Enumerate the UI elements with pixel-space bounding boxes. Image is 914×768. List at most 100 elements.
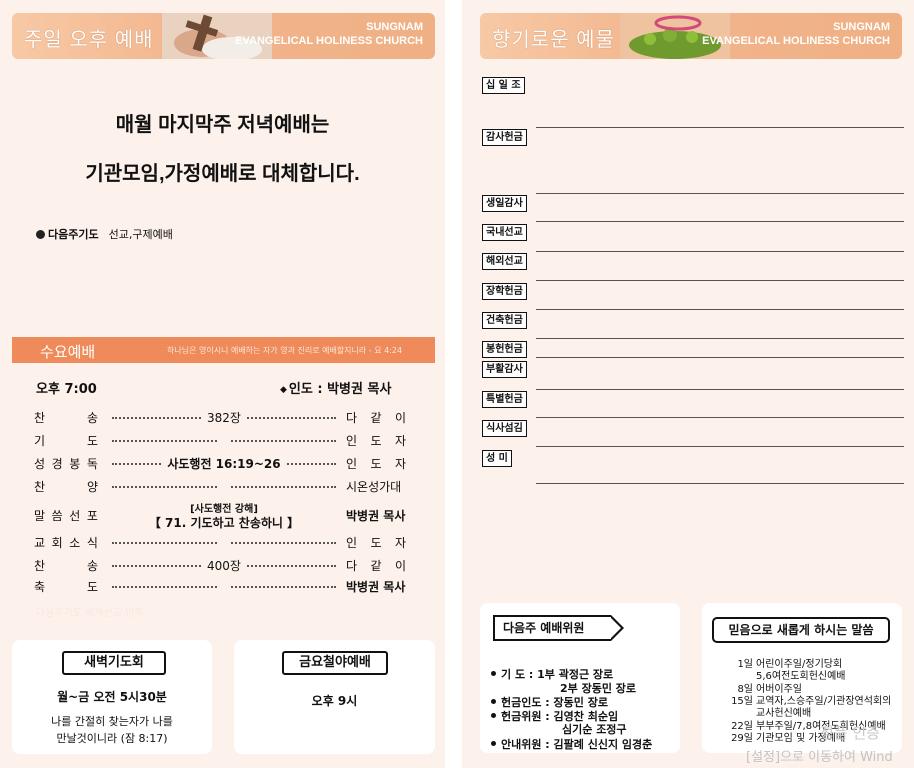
prayer-label: 기 도 : — [501, 668, 538, 681]
order-item-name: 찬송 — [34, 409, 98, 426]
worship-order-row: 기도인도자 — [34, 432, 406, 450]
order-item-detail-text: 사도행전 16:19~26 — [161, 457, 287, 471]
spaced-char: 식 — [86, 536, 98, 550]
offering-header: 향기로운 예물 SUNGNAM EVANGELICAL HOLINESS CHU… — [480, 13, 902, 59]
offering-label: 국내선교 — [482, 224, 527, 241]
spaced-char: 경 — [51, 457, 63, 471]
spaced-char: 도 — [370, 434, 382, 448]
activation-watermark-sub: [설정]으로 이동하여 Wind — [746, 750, 893, 765]
dawn-verse-line1: 나를 간절히 찾는자가 나를 — [51, 715, 173, 728]
order-item-detail-text: 382장 — [201, 411, 247, 425]
sermon-title: 【 71. 기도하고 찬송하니 】 — [148, 516, 300, 530]
offering-write-line — [536, 446, 904, 447]
announcement-line1: 매월 마지막주 저녁예배는 — [115, 114, 330, 136]
offering-write-line — [536, 389, 904, 390]
order-item-person: 다같이 — [346, 409, 406, 426]
spaced-char: 자 — [394, 536, 406, 550]
next-prayer-label: 다음주기도 — [48, 228, 99, 241]
dawn-prayer-title: 새벽기도회 — [62, 651, 166, 675]
spaced-char: 도 — [86, 434, 98, 448]
offering-team-second: 심기순 조정구 — [562, 723, 627, 736]
bullet-icon — [491, 671, 496, 676]
order-item-name: 찬양 — [34, 478, 98, 495]
church-name-line1: SUNGNAM — [366, 21, 423, 33]
order-item-person: 시온성가대 — [346, 480, 402, 494]
next-week-title: 다음주 예배위원 — [493, 615, 624, 641]
spaced-char: 도 — [86, 580, 98, 594]
spaced-char: 인 — [346, 536, 358, 550]
bullet-icon — [491, 713, 496, 718]
faded-prayer-text: 다음주기도 세계선교,민족 — [36, 608, 144, 619]
offering-label: 장학헌금 — [482, 283, 527, 300]
spaced-char: 찬 — [34, 411, 46, 425]
verse-title: 믿음으로 새롭게 하시는 말씀 — [712, 617, 890, 643]
church-name-line1-right: SUNGNAM — [833, 21, 890, 33]
spaced-char: 말 — [34, 509, 46, 523]
order-item-detail-text — [218, 534, 230, 548]
spaced-char: 교 — [34, 536, 46, 550]
offering-label: 부활감사 — [482, 361, 527, 378]
order-item-person: 박병권 목사 — [346, 580, 406, 594]
spaced-char: 자 — [394, 434, 406, 448]
spaced-char: 선 — [69, 509, 81, 523]
spaced-char: 송 — [86, 411, 98, 425]
offering-write-line — [536, 483, 904, 484]
spaced-char: 양 — [86, 480, 98, 494]
bullet-icon — [491, 699, 496, 704]
order-item-person: 인도자 — [346, 432, 406, 449]
next-prayer-value: 선교,구제예배 — [108, 228, 173, 241]
offering-write-line — [536, 338, 904, 339]
offering-label: 식사섬김 — [482, 420, 527, 437]
offering-title: 향기로운 예물 — [492, 29, 615, 51]
wednesday-lead: ◆ 인도 : 박병권 목사 — [280, 378, 391, 397]
offering-label: 십 일 조 — [482, 77, 525, 94]
spaced-char: 도 — [370, 457, 382, 471]
sermon-reference: [사도행전 강해] — [190, 504, 258, 515]
spaced-char: 인 — [346, 457, 358, 471]
spaced-char: 다 — [346, 411, 358, 425]
wednesday-verse: 하나님은 영이시니 예배하는 자가 영과 진리로 예배할지니라 - 요 4:24 — [167, 346, 403, 355]
spaced-char: 봉 — [69, 457, 81, 471]
guide-text: 안내위원 : 김팔례 신신지 임경춘 — [501, 738, 653, 751]
next-week-guide: 안내위원 : 김팔례 신신지 임경춘 — [491, 736, 652, 752]
church-name-line2: EVANGELICAL HOLINESS CHURCH — [235, 35, 423, 47]
offering-write-line — [536, 193, 904, 194]
offering-write-line — [536, 127, 904, 128]
order-item-detail — [112, 578, 336, 592]
spaced-char: 독 — [86, 457, 98, 471]
diamond-icon: ◆ — [280, 385, 287, 395]
order-item-detail: 사도행전 16:19~26 — [112, 455, 336, 472]
order-item-name: 말씀선포 — [34, 507, 98, 524]
order-item-detail: 382장 — [112, 409, 336, 426]
offering-label: 감사헌금 — [482, 129, 527, 146]
order-item-detail-text — [218, 478, 230, 492]
worship-order-row: 찬 송 400장 다 같 이 — [34, 557, 406, 575]
wednesday-time: 오후 7:00 — [36, 382, 97, 397]
spaced-char: 같 — [370, 559, 382, 573]
dawn-prayer-card: 새벽기도회 월~금 오전 5시30분 나를 간절히 찾는자가 나를 만날것이니라… — [12, 640, 212, 754]
bullet-icon — [491, 741, 496, 746]
bullet-icon — [36, 230, 45, 239]
spaced-char: 같 — [370, 411, 382, 425]
offering-label: 해외선교 — [482, 253, 527, 270]
next-prayer: 다음주기도 선교,구제예배 — [36, 226, 173, 242]
spaced-char: 소 — [69, 536, 81, 550]
spaced-char: 인 — [346, 434, 358, 448]
spaced-char: 자 — [394, 457, 406, 471]
spaced-char: 기 — [34, 434, 46, 448]
order-item-person: 박병권 목사 — [346, 509, 406, 523]
spaced-char: 회 — [51, 536, 63, 550]
offering-write-line — [536, 280, 904, 281]
offering-label: 생일감사 — [482, 195, 527, 212]
spaced-char: 찬 — [34, 559, 46, 573]
activation-watermark: 정품 인증 — [820, 724, 880, 742]
worship-order-row: 축 도 박병권 목사 — [34, 578, 406, 596]
offering-label: 봉헌헌금 — [482, 341, 527, 358]
order-item-name: 찬송 — [34, 557, 98, 574]
wednesday-title: 수요예배 — [40, 344, 96, 361]
friday-service-time: 오후 9시 — [311, 694, 358, 708]
offering-label: 건축헌금 — [482, 312, 527, 329]
offering-write-line — [536, 417, 904, 418]
spaced-char: 포 — [86, 509, 98, 523]
spaced-char: 이 — [394, 559, 406, 573]
